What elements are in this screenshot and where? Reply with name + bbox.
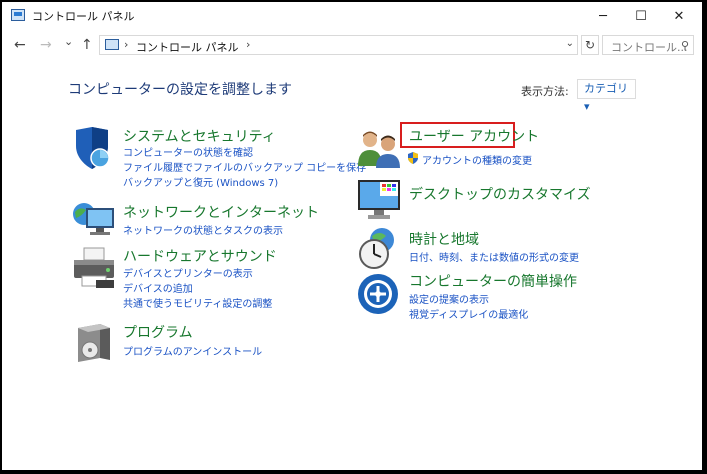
- control-panel-window: コントロール パネル ─ ☐ ✕ ← → ⌄ ↑ › コントロール パネル › …: [2, 2, 702, 470]
- search-placeholder: コントロール...: [611, 41, 688, 54]
- minimize-button[interactable]: ─: [584, 2, 622, 30]
- category-desktop-customization[interactable]: デスクトップのカスタマイズ: [409, 184, 591, 204]
- control-panel-icon: [105, 39, 119, 50]
- link-check-computer-status[interactable]: コンピューターの状態を確認: [123, 144, 253, 159]
- breadcrumb-separator[interactable]: ›: [246, 38, 250, 51]
- category-programs[interactable]: プログラム: [123, 322, 193, 342]
- link-date-time-format[interactable]: 日付、時刻、または数値の形式の変更: [409, 249, 579, 264]
- printer-icon[interactable]: [70, 246, 118, 290]
- network-icon[interactable]: [70, 198, 118, 242]
- search-input[interactable]: コントロール... ⚲: [602, 35, 694, 55]
- title-bar: コントロール パネル ─ ☐ ✕: [2, 2, 702, 30]
- category-hardware-sound[interactable]: ハードウェアとサウンド: [123, 246, 277, 266]
- maximize-button[interactable]: ☐: [622, 2, 660, 30]
- page-title: コンピューターの設定を調整します: [68, 82, 292, 98]
- close-button[interactable]: ✕: [660, 2, 698, 30]
- uac-shield-icon: [408, 152, 418, 164]
- category-ease-of-access[interactable]: コンピューターの簡単操作: [409, 271, 577, 291]
- back-arrow-icon[interactable]: ←: [14, 37, 26, 53]
- recent-locations-icon[interactable]: ⌄: [64, 35, 73, 48]
- program-icon[interactable]: [70, 320, 118, 364]
- main-content: コンピューターの設定を調整します 表示方法: カテゴリ ▾ システムとセキュリテ…: [2, 62, 702, 470]
- category-clock-region[interactable]: 時計と地域: [409, 229, 479, 249]
- refresh-icon[interactable]: ↻: [581, 35, 599, 55]
- navigation-bar: ← → ⌄ ↑ › コントロール パネル › ⌄ ↻ コントロール... ⚲: [2, 32, 702, 60]
- clock-globe-icon[interactable]: [356, 226, 404, 270]
- view-by-label: 表示方法:: [521, 85, 569, 98]
- link-suggested-settings[interactable]: 設定の提案の表示: [409, 291, 489, 306]
- shield-icon[interactable]: [70, 126, 118, 170]
- category-network-internet[interactable]: ネットワークとインターネット: [123, 202, 319, 222]
- window-title: コントロール パネル: [32, 10, 135, 23]
- forward-arrow-icon[interactable]: →: [40, 37, 52, 53]
- address-dropdown-icon[interactable]: ⌄: [566, 38, 574, 49]
- link-mobility-settings[interactable]: 共通で使うモビリティ設定の調整: [123, 295, 272, 310]
- link-uninstall-program[interactable]: プログラムのアンインストール: [123, 343, 262, 358]
- monitor-icon[interactable]: [356, 178, 404, 222]
- link-backup-restore[interactable]: バックアップと復元 (Windows 7): [123, 174, 278, 189]
- view-by-select[interactable]: カテゴリ ▾: [577, 79, 636, 113]
- category-user-accounts[interactable]: ユーザー アカウント: [409, 126, 539, 146]
- users-icon[interactable]: [356, 126, 404, 170]
- accessibility-icon[interactable]: [356, 272, 404, 316]
- link-network-status[interactable]: ネットワークの状態とタスクの表示: [123, 222, 283, 237]
- search-icon[interactable]: ⚲: [681, 39, 689, 52]
- control-panel-icon: [11, 9, 25, 21]
- link-devices-printers[interactable]: デバイスとプリンターの表示: [123, 265, 253, 280]
- address-bar[interactable]: › コントロール パネル › ⌄: [99, 35, 578, 55]
- link-add-device[interactable]: デバイスの追加: [123, 280, 193, 295]
- link-file-history-backup[interactable]: ファイル履歴でファイルのバックアップ コピーを保存: [123, 159, 366, 174]
- link-optimize-display[interactable]: 視覚ディスプレイの最適化: [409, 306, 528, 321]
- breadcrumb[interactable]: コントロール パネル: [136, 39, 239, 55]
- breadcrumb-separator: ›: [124, 38, 129, 51]
- up-arrow-icon[interactable]: ↑: [81, 37, 93, 53]
- category-system-security[interactable]: システムとセキュリティ: [123, 126, 276, 146]
- link-change-account-type[interactable]: アカウントの種類の変更: [422, 152, 532, 167]
